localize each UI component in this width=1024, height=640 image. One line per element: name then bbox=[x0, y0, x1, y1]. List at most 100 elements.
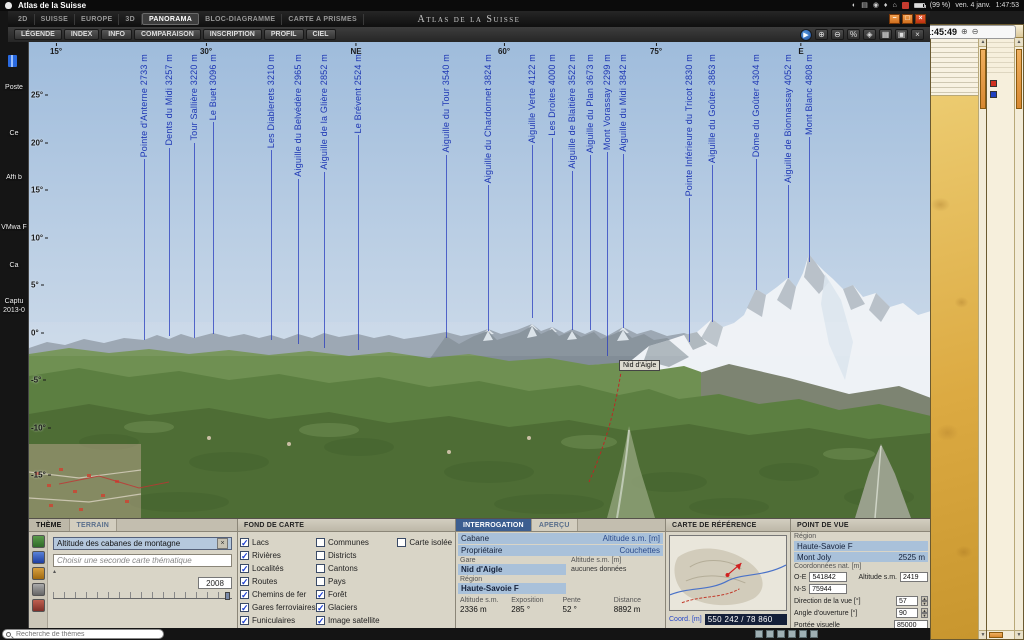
layer-toggle-lacs[interactable]: ✓Lacs bbox=[240, 536, 314, 548]
range-input[interactable] bbox=[894, 620, 928, 628]
layer-toggle-chemins-de-fer[interactable]: ✓Chemins de fer bbox=[240, 588, 314, 600]
layers-icon[interactable] bbox=[32, 583, 45, 596]
status-icon[interactable] bbox=[788, 630, 796, 638]
checkbox[interactable]: ✓ bbox=[316, 603, 325, 612]
background-window-2[interactable]: ▲ ▼ bbox=[986, 24, 1024, 640]
layer-toggle-funiculaires[interactable]: ✓Funiculaires bbox=[240, 614, 314, 626]
checkbox[interactable]: ✓ bbox=[240, 564, 249, 573]
app-tab-europe[interactable]: EUROPE bbox=[75, 14, 119, 25]
app-tab-bloc-diagramme[interactable]: BLOC-DIAGRAMME bbox=[199, 14, 282, 25]
desktop-icon-label[interactable]: Ce bbox=[1, 130, 27, 137]
volume-menu-icon[interactable]: ▤ bbox=[861, 2, 868, 9]
second-theme-select[interactable]: Choisir une seconde carte thématique bbox=[53, 554, 232, 567]
tab-apercu[interactable]: APERÇU bbox=[532, 519, 578, 531]
status-icon[interactable] bbox=[766, 630, 774, 638]
sync-menu-icon[interactable]: ♦ bbox=[884, 2, 888, 9]
tab-terrain[interactable]: TERRAIN bbox=[70, 519, 118, 531]
globe-icon[interactable] bbox=[32, 551, 45, 564]
toolbar-button-profil[interactable]: PROFIL bbox=[264, 29, 304, 40]
checkbox[interactable]: ✓ bbox=[240, 577, 249, 586]
checkbox[interactable]: ✓ bbox=[240, 538, 249, 547]
layer-toggle-for-t[interactable]: ✓Forêt bbox=[316, 588, 395, 600]
window2-scroll-thumb[interactable] bbox=[1016, 49, 1022, 109]
layer-toggle-districts[interactable]: Districts bbox=[316, 549, 395, 561]
panorama-view[interactable]: Nid d'Aigle 15°30°NE60°75°E25°20°15°10°5… bbox=[29, 42, 931, 518]
chart-icon[interactable] bbox=[32, 567, 45, 580]
checkbox[interactable]: ✓ bbox=[240, 616, 249, 625]
year-slider[interactable] bbox=[53, 592, 232, 599]
desktop-icon-label[interactable]: Captu bbox=[1, 298, 27, 305]
close-button[interactable]: × bbox=[915, 14, 926, 24]
zoom-out-icon[interactable]: ⊖ bbox=[831, 29, 844, 40]
toolbar-button-l-gende[interactable]: LÉGENDE bbox=[14, 29, 62, 40]
checkbox[interactable] bbox=[397, 538, 406, 547]
altitude-input[interactable] bbox=[900, 572, 928, 582]
search-input[interactable] bbox=[16, 630, 156, 638]
background-window-1[interactable]: ▲ ▼ bbox=[930, 24, 988, 640]
layer-toggle-glaciers[interactable]: ✓Glaciers bbox=[316, 601, 395, 613]
maximize-button[interactable]: □ bbox=[902, 14, 913, 24]
layer-toggle-communes[interactable]: Communes bbox=[316, 536, 395, 548]
toolbar-button-inscription[interactable]: INSCRIPTION bbox=[203, 29, 262, 40]
layout-icon[interactable]: ▣ bbox=[895, 29, 908, 40]
status-icon[interactable] bbox=[810, 630, 818, 638]
app-tab-3d[interactable]: 3D bbox=[119, 14, 142, 25]
status-icon[interactable] bbox=[799, 630, 807, 638]
direction-stepper[interactable]: ▲▼ bbox=[921, 596, 928, 606]
tab-theme[interactable]: THÈME bbox=[29, 519, 70, 531]
timer-zoom-in-icon[interactable]: ⊕ bbox=[961, 28, 968, 36]
reference-map[interactable] bbox=[669, 535, 787, 611]
toolbar-button-index[interactable]: INDEX bbox=[64, 29, 99, 40]
angle-input[interactable] bbox=[896, 608, 918, 618]
apple-menu-icon[interactable] bbox=[5, 2, 12, 9]
theme-search[interactable] bbox=[2, 629, 164, 639]
angle-stepper[interactable]: ▲▼ bbox=[921, 608, 928, 618]
layer-toggle-gares-ferroviaires[interactable]: ✓Gares ferroviaires bbox=[240, 601, 314, 613]
menubar-date[interactable]: ven. 4 janv. bbox=[955, 2, 990, 9]
layer-toggle-pays[interactable]: Pays bbox=[316, 575, 395, 587]
checkbox[interactable]: ✓ bbox=[240, 603, 249, 612]
desktop-icon-label[interactable]: Ca bbox=[1, 262, 27, 269]
desktop-file-icon[interactable] bbox=[8, 55, 17, 67]
oe-input[interactable] bbox=[809, 572, 847, 582]
legend-icon[interactable] bbox=[32, 599, 45, 612]
window1-list[interactable] bbox=[931, 38, 978, 96]
tab-interrogation[interactable]: INTERROGATION bbox=[456, 519, 532, 531]
desktop-icon-label[interactable]: 2013-0 bbox=[1, 307, 27, 314]
info-icon[interactable] bbox=[990, 91, 997, 98]
desktop-icon-label[interactable]: Poste bbox=[1, 84, 27, 91]
play-button[interactable]: ▶ bbox=[800, 29, 812, 41]
clear-theme-button[interactable]: × bbox=[217, 538, 228, 549]
window2-scrollbar[interactable]: ▲ ▼ bbox=[1014, 38, 1023, 639]
app-tab-2d[interactable]: 2D bbox=[12, 14, 35, 25]
scroll-up-icon[interactable]: ▲ bbox=[1015, 38, 1023, 47]
layer-toggle-carte-isol-e[interactable]: Carte isolée bbox=[397, 536, 453, 548]
layer-toggle-rivi-res[interactable]: ✓Rivières bbox=[240, 549, 314, 561]
window2-hscrollbar[interactable] bbox=[987, 630, 1014, 639]
checkbox[interactable] bbox=[316, 564, 325, 573]
checkbox[interactable]: ✓ bbox=[316, 590, 325, 599]
app-tab-carte-a-prismes[interactable]: CARTE A PRISMES bbox=[282, 14, 364, 25]
layer-toggle-routes[interactable]: ✓Routes bbox=[240, 575, 314, 587]
minimize-button[interactable]: − bbox=[889, 14, 900, 24]
home-menu-icon[interactable]: ⌂ bbox=[893, 2, 897, 9]
layer-toggle-image-satellite[interactable]: ✓Image satellite bbox=[316, 614, 395, 626]
checkbox[interactable] bbox=[316, 551, 325, 560]
airport-menu-icon[interactable]: ◉ bbox=[873, 2, 879, 9]
theme-select[interactable]: Altitude des cabanes de montagne × bbox=[53, 537, 232, 550]
window1-content[interactable] bbox=[931, 96, 978, 639]
timer-zoom-out-icon[interactable]: ⊖ bbox=[972, 28, 979, 36]
collapse-arrow-icon[interactable]: ▴ bbox=[53, 569, 232, 576]
window2-hscroll-thumb[interactable] bbox=[989, 632, 1003, 638]
toolbar-button-info[interactable]: INFO bbox=[101, 29, 132, 40]
display-menu-icon[interactable]: ◐ bbox=[852, 2, 856, 9]
menubar-clock[interactable]: 1:47:53 bbox=[996, 2, 1019, 9]
layer-toggle-localit-s[interactable]: ✓Localités bbox=[240, 562, 314, 574]
desktop-icon-label[interactable]: Affi b bbox=[1, 174, 27, 181]
app-tab-suisse[interactable]: SUISSE bbox=[35, 14, 75, 25]
ns-input[interactable] bbox=[809, 584, 847, 594]
window2-content[interactable] bbox=[987, 38, 1014, 630]
checkbox[interactable] bbox=[316, 538, 325, 547]
app-tab-panorama[interactable]: PANORAMA bbox=[142, 13, 199, 25]
checkbox[interactable]: ✓ bbox=[316, 616, 325, 625]
